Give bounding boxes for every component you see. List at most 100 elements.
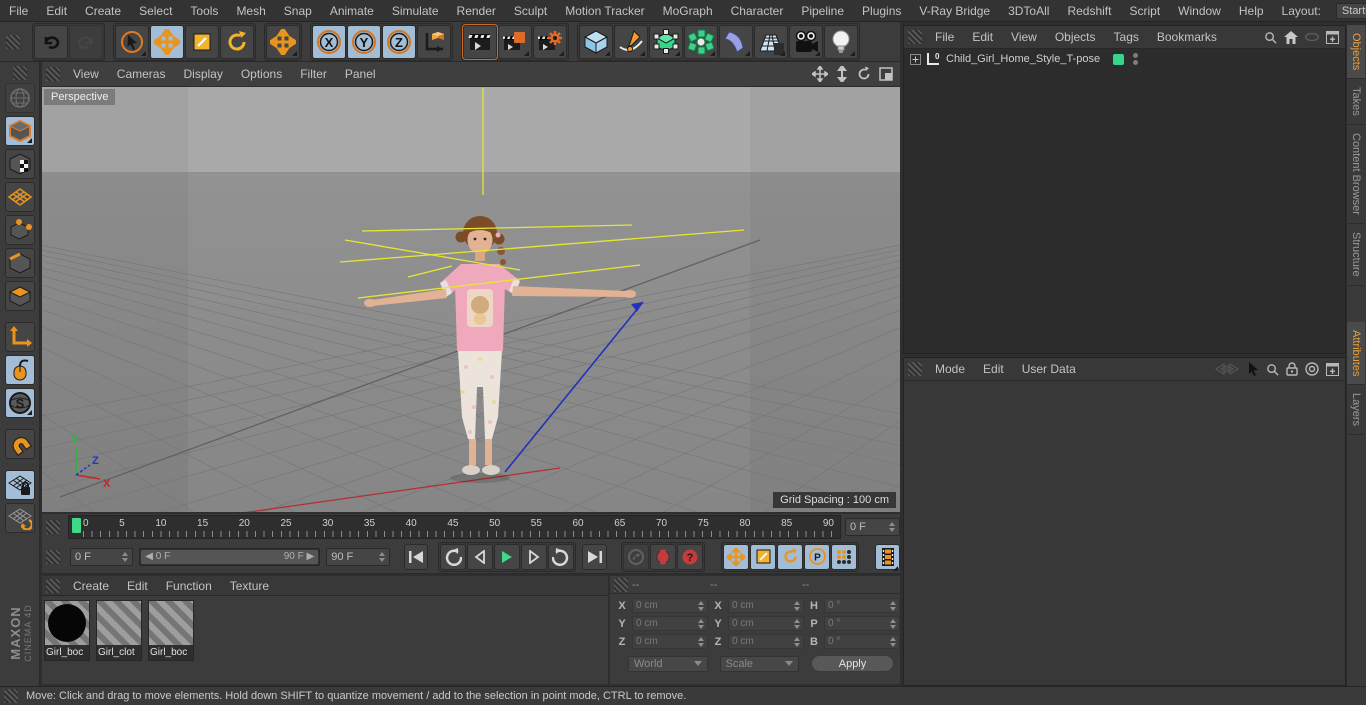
- object-tree-row[interactable]: 0 Child_Girl_Home_Style_T-pose: [904, 49, 1345, 69]
- lock-icon[interactable]: [1286, 362, 1298, 376]
- pan-view-icon[interactable]: [812, 66, 828, 82]
- material-name[interactable]: Girl_boc: [149, 645, 193, 660]
- status-grip[interactable]: [4, 689, 18, 703]
- add-floor-environment-button[interactable]: [754, 24, 788, 59]
- material-menu-item[interactable]: Create: [64, 576, 118, 596]
- render-view-button[interactable]: [462, 23, 498, 60]
- pos-x-spinner[interactable]: [698, 600, 704, 611]
- mode-toolbar-grip[interactable]: [12, 66, 27, 80]
- rot-h-field[interactable]: 0 °: [824, 598, 900, 613]
- add-subdivision-surface-button[interactable]: [649, 24, 683, 59]
- object-menu-item[interactable]: Objects: [1046, 27, 1105, 47]
- last-tool-used[interactable]: [266, 24, 300, 59]
- undo-button[interactable]: [34, 24, 68, 59]
- menubar-item[interactable]: Select: [130, 1, 181, 21]
- attribute-menu-item[interactable]: User Data: [1013, 359, 1085, 379]
- scale-tool[interactable]: [185, 24, 219, 59]
- key-scale-toggle[interactable]: [750, 543, 777, 570]
- menubar-item[interactable]: Snap: [275, 1, 321, 21]
- key-position-toggle[interactable]: [723, 543, 750, 570]
- attribute-menu-item[interactable]: Edit: [974, 359, 1013, 379]
- menubar-item[interactable]: Plugins: [853, 1, 910, 21]
- key-parameter-toggle[interactable]: P: [804, 543, 831, 570]
- snap-button[interactable]: [4, 429, 35, 459]
- start-frame-spinner[interactable]: [122, 551, 129, 562]
- object-name[interactable]: Child_Girl_Home_Style_T-pose: [946, 53, 1100, 65]
- menubar-item[interactable]: Script: [1120, 1, 1169, 21]
- lock-z-axis[interactable]: Z: [382, 24, 416, 59]
- toolbar-grip[interactable]: [6, 34, 20, 49]
- rotate-tool[interactable]: [220, 24, 254, 59]
- lock-x-axis[interactable]: X: [312, 24, 346, 59]
- add-spline-pen-button[interactable]: [614, 24, 648, 59]
- size-z-field[interactable]: 0 cm: [728, 634, 804, 649]
- add-camera-button[interactable]: [789, 24, 823, 59]
- preview-range-slider[interactable]: ◀ 0 F 90 F ▶: [139, 547, 321, 566]
- apply-button[interactable]: Apply: [811, 655, 894, 672]
- menubar-item[interactable]: Pipeline: [792, 1, 853, 21]
- search-icon[interactable]: [1266, 363, 1279, 376]
- layer-color-swatch[interactable]: [1113, 53, 1125, 65]
- rot-p-spinner[interactable]: [890, 618, 896, 629]
- menubar-item[interactable]: V-Ray Bridge: [910, 1, 999, 21]
- rot-b-spinner[interactable]: [890, 636, 896, 647]
- pos-y-field[interactable]: 0 cm: [632, 616, 708, 631]
- tab-structure[interactable]: Structure: [1347, 223, 1365, 286]
- size-y-field[interactable]: 0 cm: [728, 616, 804, 631]
- menubar-item[interactable]: MoGraph: [654, 1, 722, 21]
- goto-end-button[interactable]: [582, 543, 608, 570]
- object-menu-item[interactable]: Bookmarks: [1148, 27, 1226, 47]
- viewport-menu-item[interactable]: Display: [174, 64, 231, 84]
- viewport-menu-item[interactable]: Filter: [291, 64, 336, 84]
- workplane-mode-button[interactable]: [4, 182, 35, 212]
- object-menu-item[interactable]: File: [926, 27, 963, 47]
- pos-y-spinner[interactable]: [698, 618, 704, 629]
- object-menu-item[interactable]: Edit: [963, 27, 1002, 47]
- viewport-menu-item[interactable]: View: [64, 64, 108, 84]
- material-item[interactable]: Girl_boc: [44, 600, 90, 661]
- move-tool[interactable]: [150, 24, 184, 59]
- menubar-item[interactable]: Redshift: [1058, 1, 1120, 21]
- viewport-menu-item[interactable]: Cameras: [108, 64, 175, 84]
- timeline-grip[interactable]: [46, 520, 60, 534]
- planar-workplane-button[interactable]: [4, 503, 35, 533]
- tab-layers[interactable]: Layers: [1347, 385, 1365, 436]
- add-panel-icon[interactable]: [1326, 30, 1339, 44]
- viewport-canvas[interactable]: Y Z X Perspective Grid Spacing : 100 cm: [42, 87, 900, 512]
- material-grip[interactable]: [46, 578, 60, 593]
- attribute-menu-item[interactable]: Mode: [926, 359, 974, 379]
- menubar-item[interactable]: Tools: [181, 1, 227, 21]
- key-pla-toggle[interactable]: [831, 543, 858, 570]
- camera-label[interactable]: Perspective: [44, 89, 116, 105]
- menubar-item[interactable]: Simulate: [383, 1, 448, 21]
- size-y-spinner[interactable]: [794, 618, 800, 629]
- edges-mode-button[interactable]: [4, 248, 35, 278]
- menubar-item[interactable]: Mesh: [227, 1, 274, 21]
- viewport-menu-item[interactable]: Panel: [336, 64, 385, 84]
- viewport-grip[interactable]: [46, 67, 60, 81]
- eye-icon[interactable]: [1305, 33, 1319, 41]
- start-frame-field[interactable]: 0 F: [70, 547, 134, 566]
- pos-x-field[interactable]: 0 cm: [632, 598, 708, 613]
- menubar-item[interactable]: Help: [1230, 1, 1273, 21]
- rotate-view-icon[interactable]: [856, 66, 872, 82]
- redo-button[interactable]: [69, 24, 103, 59]
- tweak-mode-button[interactable]: [4, 355, 35, 385]
- material-menu-item[interactable]: Function: [157, 576, 221, 596]
- play-forwards-button[interactable]: [548, 543, 575, 570]
- material-name[interactable]: Girl_clot: [97, 645, 141, 660]
- add-deformer-button[interactable]: [719, 24, 753, 59]
- texture-mode-button[interactable]: [4, 149, 35, 179]
- transform-mode-dropdown[interactable]: Scale: [719, 655, 799, 672]
- material-item[interactable]: Girl_clot: [96, 600, 142, 661]
- end-frame-spinner[interactable]: [378, 551, 385, 562]
- size-z-spinner[interactable]: [794, 636, 800, 647]
- attribute-grip[interactable]: [908, 362, 922, 376]
- coordinate-system-dropdown[interactable]: World: [628, 655, 708, 672]
- soft-selection-button[interactable]: S: [4, 388, 35, 418]
- goto-start-button[interactable]: [403, 543, 429, 570]
- menubar-item[interactable]: Window: [1169, 1, 1230, 21]
- pos-z-spinner[interactable]: [698, 636, 704, 647]
- menubar-item[interactable]: Create: [76, 1, 130, 21]
- current-frame-box[interactable]: 0 F: [845, 518, 900, 536]
